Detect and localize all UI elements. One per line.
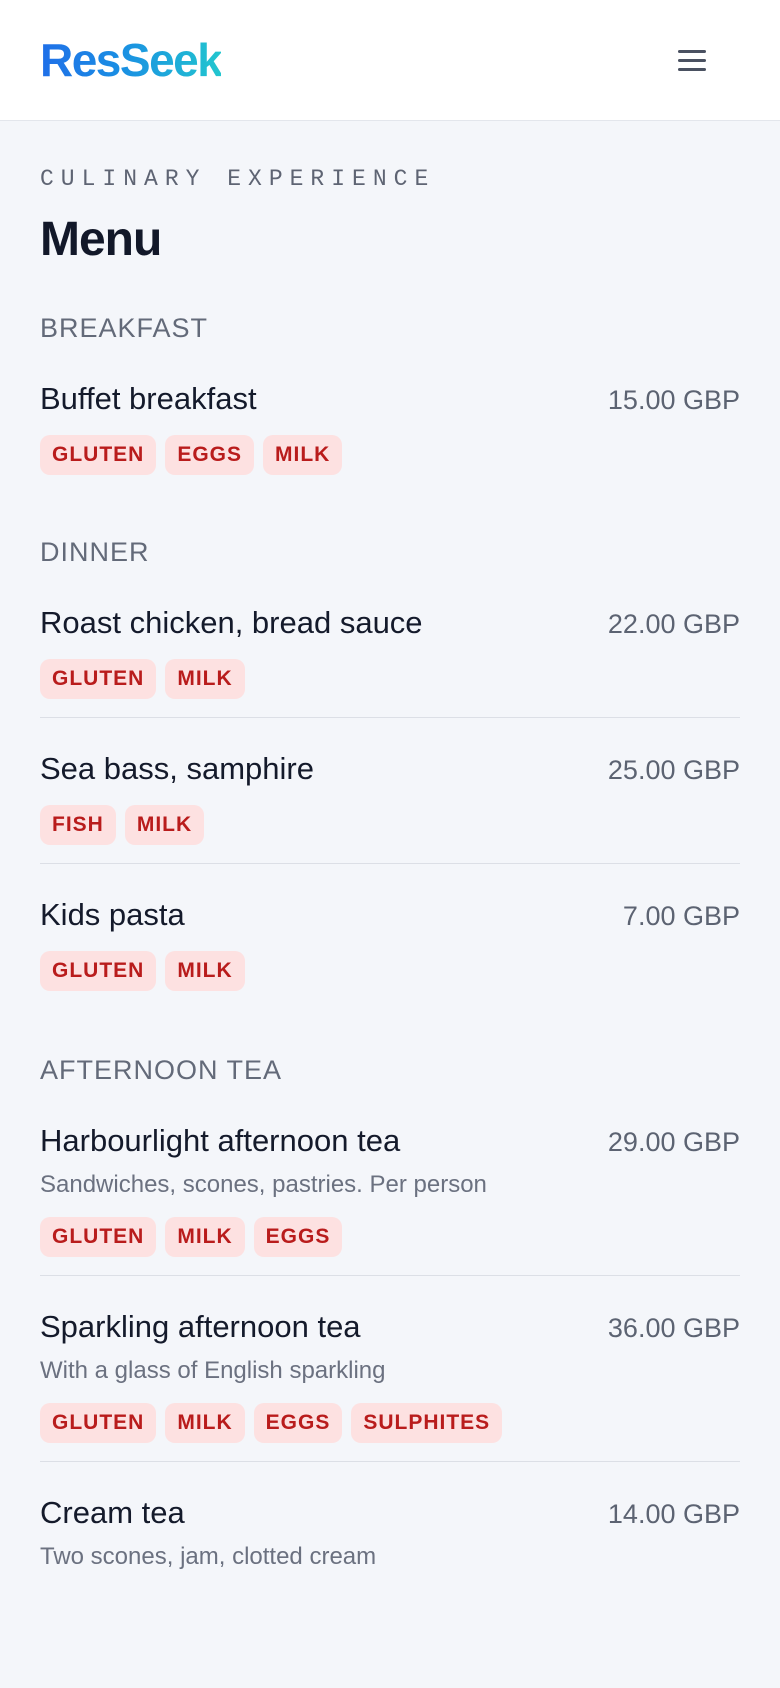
menu-item: Cream tea 14.00 GBP Two scones, jam, clo… (40, 1461, 740, 1591)
allergen-tag: SULPHITES (351, 1403, 503, 1443)
item-price: 25.00 GBP (607, 755, 740, 785)
item-price: 7.00 GBP (622, 901, 740, 931)
allergen-tags: GLUTEN MILK (40, 659, 740, 699)
section-title: AFTERNOON TEA (40, 1055, 283, 1085)
allergen-tags: GLUTEN MILK EGGS SULPHITES (40, 1403, 740, 1443)
section-title: DINNER (40, 537, 150, 567)
item-description: With a glass of English sparkling (40, 1357, 386, 1384)
menu-item: Sea bass, samphire 25.00 GBP FISH MILK (40, 717, 740, 863)
allergen-tag: MILK (165, 1403, 245, 1443)
app-header: ResSeek (0, 0, 780, 121)
menu-bar (678, 49, 706, 53)
allergen-tags: GLUTEN MILK EGGS (40, 1217, 740, 1257)
allergen-tags: GLUTEN EGGS MILK (40, 435, 740, 475)
item-price: 29.00 GBP (607, 1127, 740, 1157)
item-description: Two scones, jam, clotted cream (40, 1543, 377, 1570)
allergen-tags: FISH MILK (40, 805, 740, 845)
menu-bar (678, 58, 706, 62)
item-price: 15.00 GBP (607, 385, 740, 415)
item-price: 14.00 GBP (607, 1499, 740, 1529)
item-name: Harbourlight afternoon tea (40, 1123, 401, 1158)
menu-item: Harbourlight afternoon tea 29.00 GBP San… (40, 1087, 740, 1275)
allergen-tags: GLUTEN MILK (40, 951, 740, 991)
section-breakfast: BREAKFAST Buffet breakfast 15.00 GBP GLU… (40, 311, 740, 493)
item-price: 22.00 GBP (607, 609, 740, 639)
section-dinner: DINNER Roast chicken, bread sauce 22.00 … (40, 535, 740, 1009)
hamburger-menu-icon[interactable] (668, 40, 716, 80)
item-name: Sea bass, samphire (40, 751, 314, 786)
menu-bar (678, 67, 706, 71)
item-description: Sandwiches, scones, pastries. Per person (40, 1171, 487, 1198)
item-name: Kids pasta (40, 897, 185, 932)
menu-content: CULINARY EXPERIENCE Menu BREAKFAST Buffe… (0, 164, 780, 1591)
allergen-tag: MILK (124, 805, 205, 845)
allergen-tag: EGGS (253, 1217, 343, 1257)
allergen-tag: EGGS (253, 1403, 343, 1443)
item-name: Sparkling afternoon tea (40, 1309, 361, 1344)
allergen-tag: MILK (165, 951, 245, 991)
section-afternoon-tea: AFTERNOON TEA Harbourlight afternoon tea… (40, 1053, 740, 1591)
section-title: BREAKFAST (40, 313, 209, 343)
resseek-logo[interactable]: ResSeek (40, 34, 223, 86)
allergen-tag: GLUTEN (40, 435, 157, 475)
allergen-tag: MILK (263, 435, 343, 475)
allergen-tag: GLUTEN (40, 659, 157, 699)
menu-item: Kids pasta 7.00 GBP GLUTEN MILK (40, 863, 740, 1009)
item-name: Buffet breakfast (40, 381, 257, 416)
allergen-tag: GLUTEN (40, 1403, 157, 1443)
page-title: Menu (40, 213, 162, 266)
menu-item: Roast chicken, bread sauce 22.00 GBP GLU… (40, 569, 740, 717)
menu-item: Buffet breakfast 15.00 GBP GLUTEN EGGS M… (40, 345, 740, 493)
item-price: 36.00 GBP (607, 1313, 740, 1343)
allergen-tag: MILK (165, 1217, 245, 1257)
allergen-tag: GLUTEN (40, 1217, 157, 1257)
page-eyebrow: CULINARY EXPERIENCE (40, 166, 436, 192)
allergen-tag: GLUTEN (40, 951, 157, 991)
allergen-tag: MILK (165, 659, 245, 699)
allergen-tag: FISH (40, 805, 116, 845)
item-name: Cream tea (40, 1495, 185, 1530)
menu-item: Sparkling afternoon tea 36.00 GBP With a… (40, 1275, 740, 1461)
item-name: Roast chicken, bread sauce (40, 605, 423, 640)
allergen-tag: EGGS (165, 435, 255, 475)
